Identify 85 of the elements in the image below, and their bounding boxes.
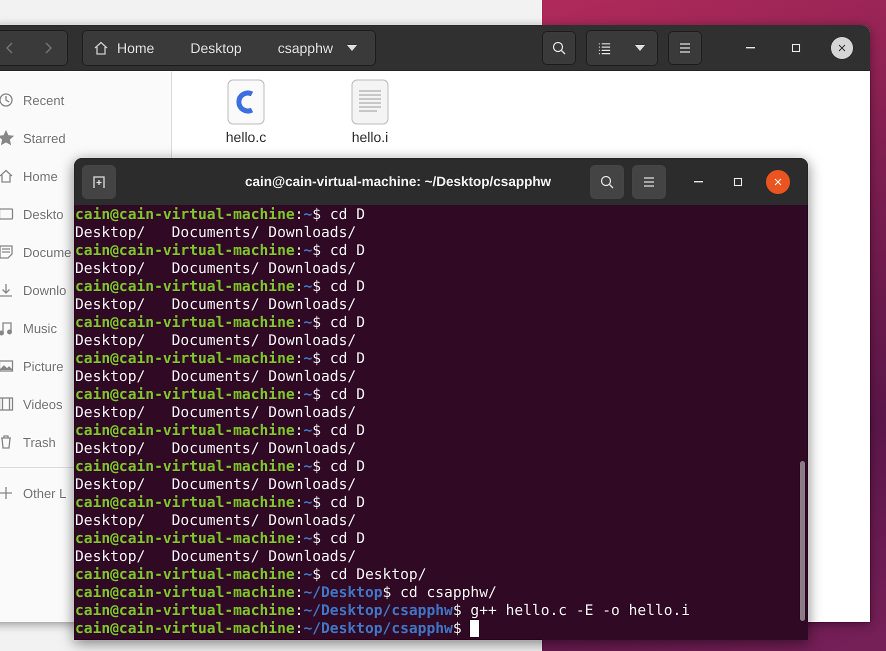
terminal-prompt: cain@cain-virtual-machine:~/Desktop/csapphw$ [75, 620, 462, 637]
terminal-prompt: cain@cain-virtual-machine:~$ [75, 206, 322, 223]
sidebar-item[interactable]: Videos [0, 385, 63, 423]
menu-button[interactable] [632, 164, 666, 198]
sidebar-item[interactable]: Picture [0, 347, 64, 385]
file-name: hello.c [226, 129, 266, 145]
terminal-prompt: cain@cain-virtual-machine:~$ [75, 494, 322, 511]
terminal-prompt: cain@cain-virtual-machine:~/Desktop$ [75, 584, 392, 601]
terminal-output: Desktop/ Documents/ Downloads/ [75, 476, 356, 493]
search-icon [599, 174, 615, 190]
minimize-icon [746, 47, 754, 49]
caret-icon [634, 45, 644, 51]
terminal-output: Desktop/ Documents/ Downloads/ [75, 296, 356, 313]
terminal-prompt: cain@cain-virtual-machine:~$ [75, 458, 322, 475]
terminal-command: cd D [330, 278, 365, 295]
sidebar-item[interactable]: Trash [0, 423, 56, 461]
terminal-command: cd D [330, 494, 365, 511]
terminal-command: g++ hello.c -E -o hello.i [470, 602, 690, 619]
terminal-output: Desktop/ Documents/ Downloads/ [75, 548, 356, 565]
terminal-prompt: cain@cain-virtual-machine:~$ [75, 530, 322, 547]
terminal-command: cd D [330, 386, 365, 403]
new-tab-icon [91, 174, 107, 190]
sidebar-item[interactable]: Recent [0, 81, 64, 119]
picture-icon [0, 358, 14, 374]
c-file-icon [227, 79, 265, 125]
terminal-prompt: cain@cain-virtual-machine:~$ [75, 314, 322, 331]
terminal-command: cd D [330, 206, 365, 223]
trash-icon [0, 434, 14, 450]
close-icon [772, 176, 784, 188]
desktop-icon [0, 206, 14, 222]
search-icon [551, 40, 567, 56]
menu-button[interactable] [668, 31, 702, 65]
new-tab-button[interactable] [82, 164, 116, 198]
clock-icon [0, 92, 14, 108]
terminal-output: Desktop/ Documents/ Downloads/ [75, 512, 356, 529]
terminal-output: Desktop/ Documents/ Downloads/ [75, 260, 356, 277]
download-icon [0, 282, 14, 298]
window-title: cain@cain-virtual-machine: ~/Desktop/csapphw [244, 174, 552, 189]
terminal-command: cd Desktop/ [330, 566, 426, 583]
home-icon [0, 168, 14, 184]
terminal-command: cd D [330, 350, 365, 367]
scrollbar[interactable] [800, 461, 805, 621]
maximize-icon [789, 41, 803, 55]
terminal-output: Desktop/ Documents/ Downloads/ [75, 224, 356, 241]
terminal-prompt: cain@cain-virtual-machine:~$ [75, 386, 322, 403]
document-icon [0, 244, 14, 260]
terminal-command: cd D [330, 458, 365, 475]
caret-icon [346, 45, 357, 51]
sidebar-item[interactable]: Music [0, 309, 57, 347]
minimize-icon [694, 180, 702, 182]
terminal-command: cd D [330, 242, 365, 259]
terminal-prompt: cain@cain-virtual-machine:~$ [75, 242, 322, 259]
plus-icon [0, 485, 14, 501]
terminal-command: cd csapphw/ [400, 584, 497, 601]
terminal-output: Desktop/ Documents/ Downloads/ [75, 440, 356, 457]
search-button[interactable] [542, 31, 576, 65]
sidebar-item[interactable]: Home [0, 157, 58, 195]
terminal-prompt: cain@cain-virtual-machine:~/Desktop/csapphw$ [75, 602, 462, 619]
sidebar-item[interactable]: Other L [0, 474, 66, 512]
terminal-prompt: cain@cain-virtual-machine:~$ [75, 566, 322, 583]
film-icon [0, 396, 14, 412]
search-button[interactable] [590, 164, 624, 198]
close-icon [836, 42, 848, 54]
terminal-output: Desktop/ Documents/ Downloads/ [75, 368, 356, 385]
terminal-prompt: cain@cain-virtual-machine:~$ [75, 422, 322, 439]
sidebar-item[interactable]: Starred [0, 119, 66, 157]
sidebar-item[interactable]: Downlo [0, 271, 66, 309]
path-crumb[interactable]: csapphw [260, 31, 375, 65]
terminal-output: Desktop/ Documents/ Downloads/ [75, 332, 356, 349]
terminal-prompt: cain@cain-virtual-machine:~$ [75, 278, 322, 295]
terminal-command: cd D [330, 314, 365, 331]
file-name: hello.i [352, 129, 388, 145]
sidebar-item[interactable]: Docume [0, 233, 72, 271]
text-file-icon [351, 79, 389, 125]
terminal-command: cd D [330, 530, 365, 547]
terminal-output: Desktop/ Documents/ Downloads/ [75, 404, 356, 421]
home-icon [93, 40, 109, 56]
path-crumb[interactable]: Home [83, 31, 172, 65]
star-icon [0, 130, 14, 146]
terminal-command: cd D [330, 422, 365, 439]
terminal-prompt: cain@cain-virtual-machine:~$ [75, 350, 322, 367]
music-icon [0, 320, 14, 336]
sidebar-item[interactable]: Deskto [0, 195, 64, 233]
list-icon [597, 40, 612, 56]
path-crumb[interactable]: Desktop [172, 31, 260, 65]
